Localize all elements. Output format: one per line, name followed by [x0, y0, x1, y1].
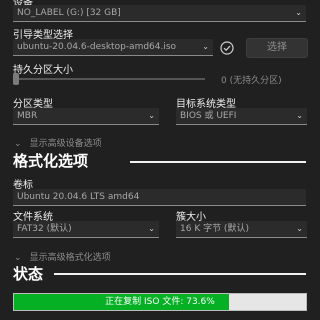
chevron-down-icon: ⌄: [202, 42, 209, 51]
cluster-size-value: 16 K 字节 (默认): [180, 224, 249, 234]
show-advanced-device-toggle[interactable]: ⌄ 显示高级设备选项: [14, 131, 102, 150]
file-system-value: FAT32 (默认): [17, 224, 72, 234]
status-rule: [54, 273, 306, 275]
slider-thumb[interactable]: [13, 73, 19, 85]
status-title: 状态: [13, 265, 44, 283]
format-options-title: 格式化选项: [13, 152, 89, 170]
device-select[interactable]: NO_LABEL (G:) [32 GB] ⌄: [13, 5, 306, 22]
chevron-down-icon: ⌄: [296, 111, 303, 120]
format-options-rule: [130, 161, 306, 163]
file-system-select[interactable]: FAT32 (默认) ⌄: [13, 221, 159, 238]
boot-selection-select[interactable]: ubuntu-20.04.6-desktop-amd64.iso ⌄: [13, 39, 213, 56]
select-button[interactable]: 选择: [246, 38, 308, 58]
boot-selection-value: ubuntu-20.04.6-desktop-amd64.iso: [17, 42, 177, 52]
chevron-down-icon: ⌄: [148, 111, 155, 120]
volume-label-value: Ubuntu 20.04.6 LTS amd64: [17, 192, 140, 202]
chevron-down-icon: ⌄: [14, 139, 22, 149]
persistent-size-value: 0 (无持久分区): [221, 76, 282, 86]
cluster-size-select[interactable]: 16 K 字节 (默认) ⌄: [176, 221, 307, 238]
partition-type-value: MBR: [17, 111, 38, 121]
show-advanced-format-toggle[interactable]: ⌄ 显示高级格式化选项: [14, 245, 111, 264]
show-advanced-device-label: 显示高级设备选项: [29, 139, 102, 149]
progress-text: 正在复制 ISO 文件: 73.6%: [105, 297, 215, 307]
persistent-size-label: 持久分区大小: [13, 65, 73, 76]
target-system-value: BIOS 或 UEFI: [180, 111, 237, 121]
target-system-select[interactable]: BIOS 或 UEFI ⌄: [176, 108, 307, 125]
partition-type-select[interactable]: MBR ⌄: [13, 108, 159, 125]
check-icon[interactable]: [220, 40, 234, 55]
chevron-down-icon: ⌄: [14, 253, 22, 263]
chevron-down-icon: ⌄: [148, 224, 155, 233]
chevron-down-icon: ⌄: [295, 8, 302, 17]
progress-bar: 正在复制 ISO 文件: 73.6%: [13, 293, 307, 311]
chevron-down-icon: ⌄: [296, 224, 303, 233]
show-advanced-format-label: 显示高级格式化选项: [29, 253, 111, 263]
slider-track: [13, 78, 205, 80]
device-value: NO_LABEL (G:) [32 GB]: [17, 8, 121, 18]
volume-label-input[interactable]: Ubuntu 20.04.6 LTS amd64: [13, 189, 306, 206]
persistent-size-slider[interactable]: [13, 73, 205, 85]
